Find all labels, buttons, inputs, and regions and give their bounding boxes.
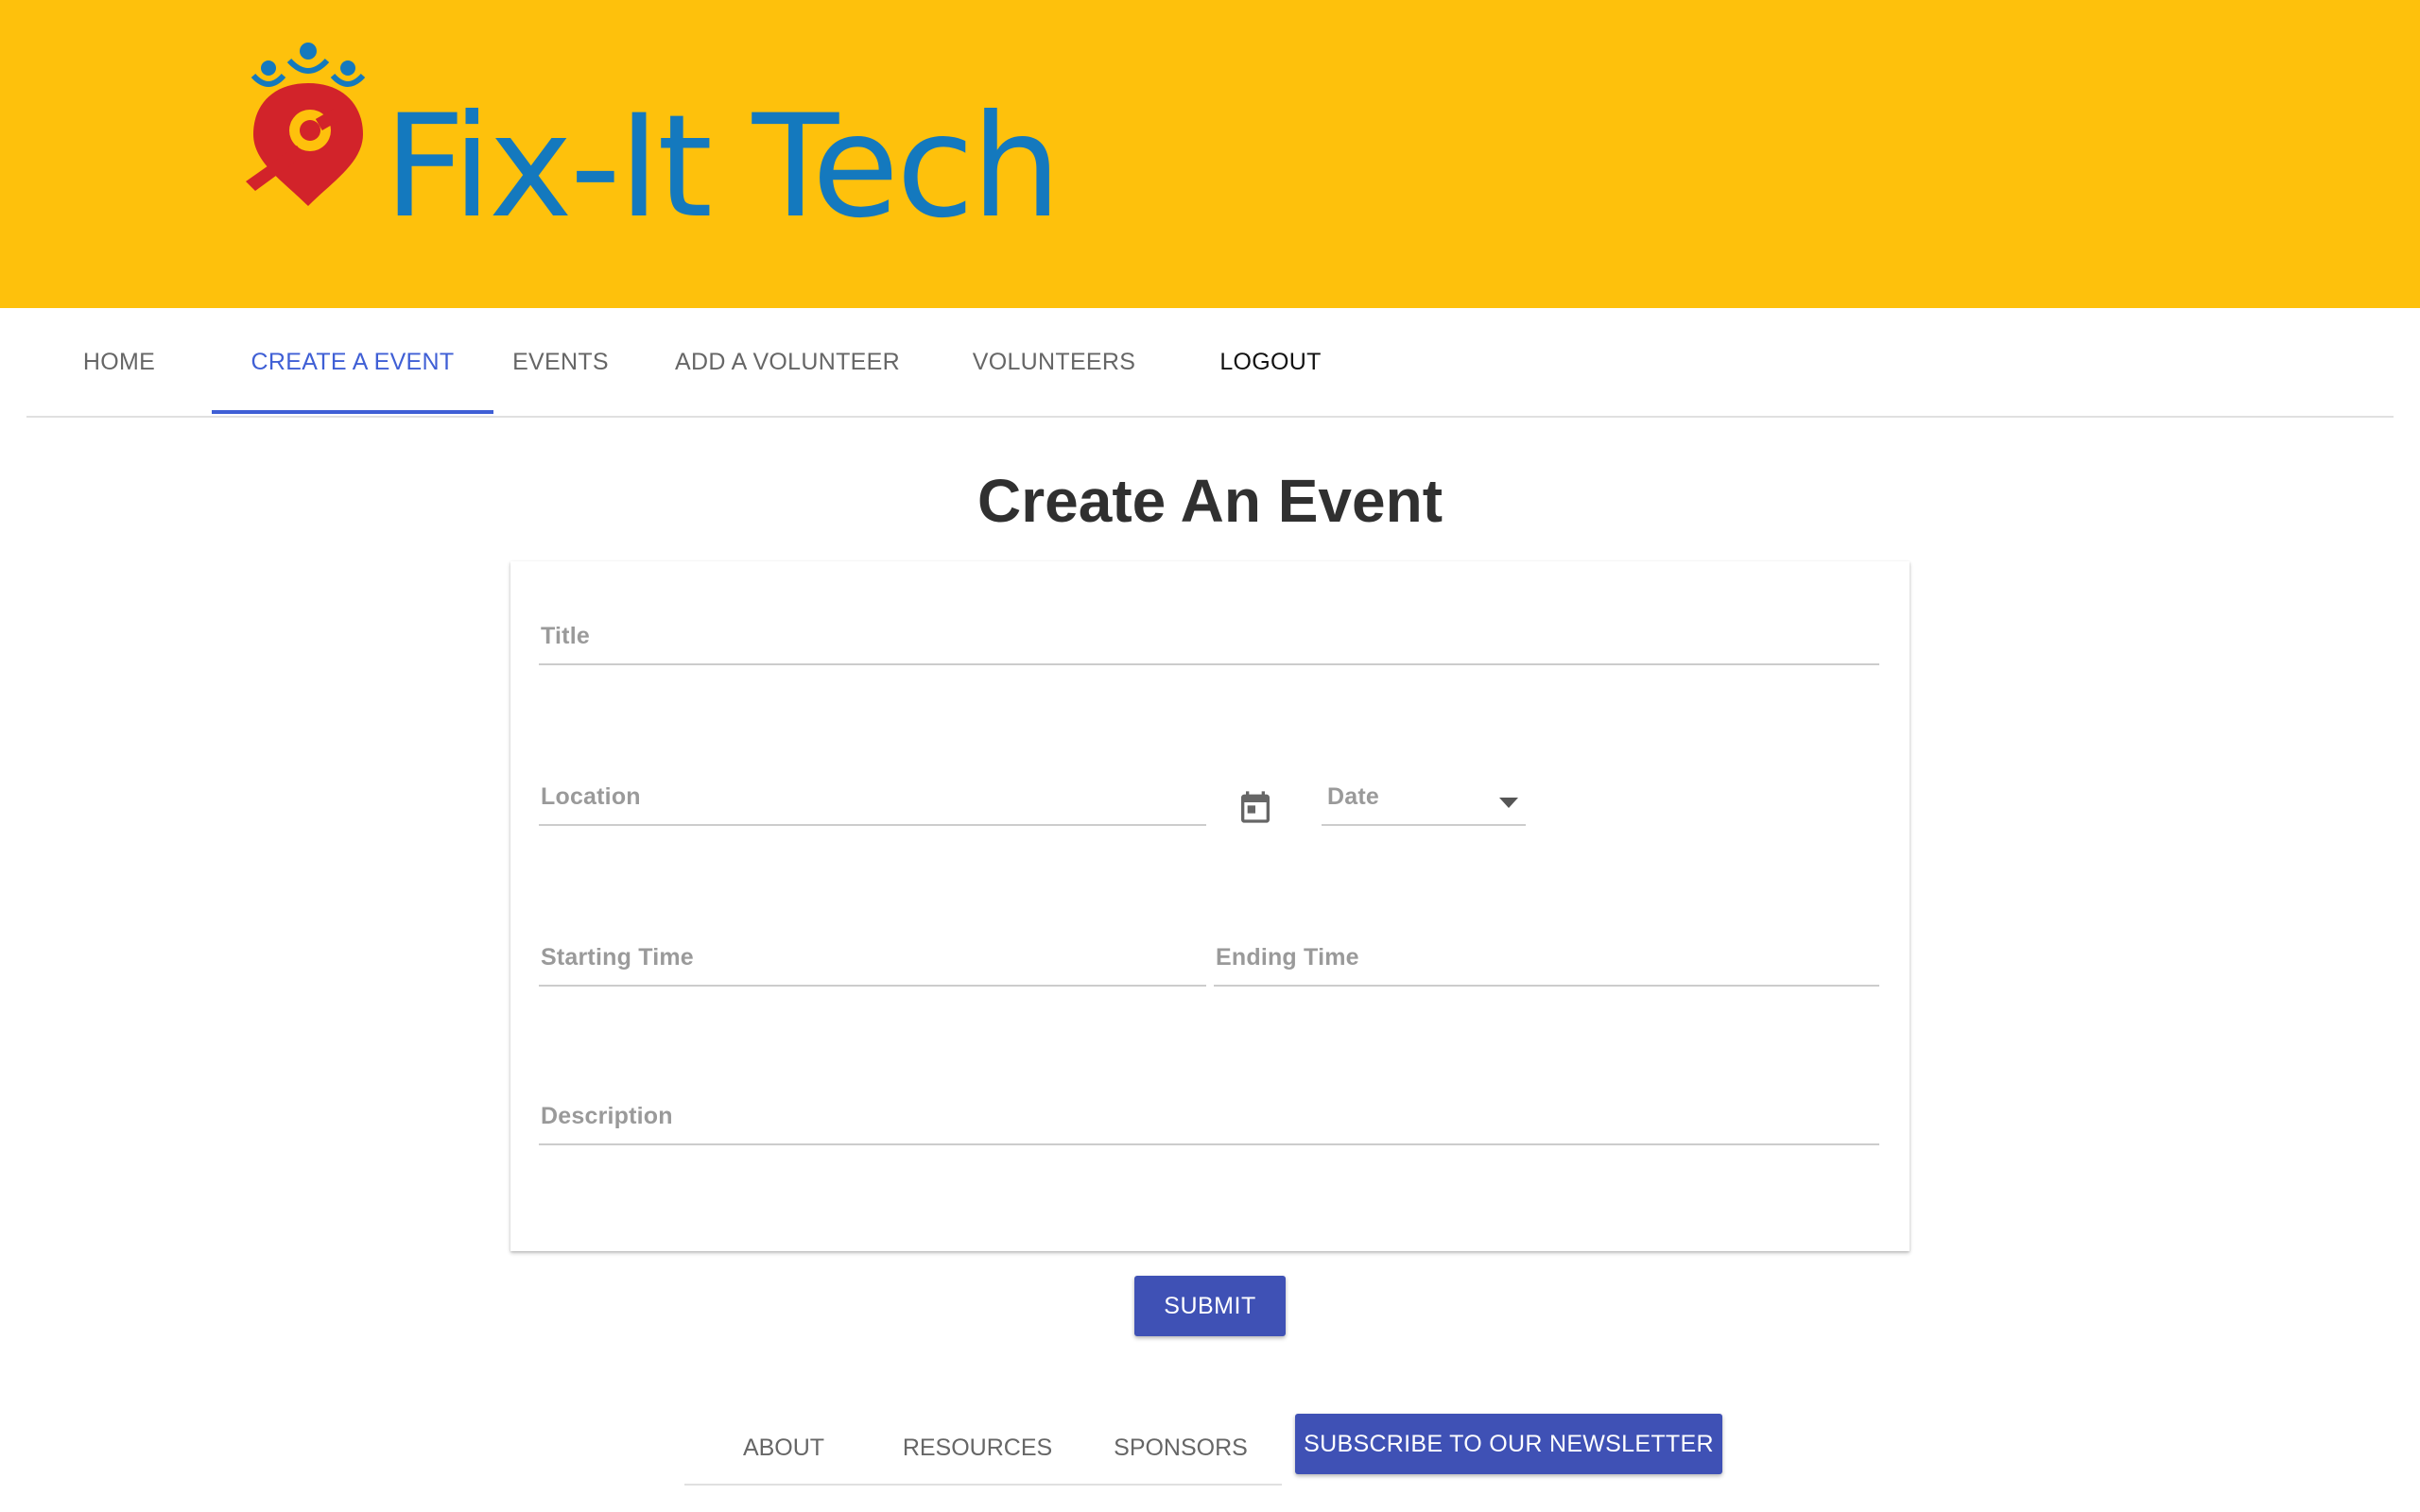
description-field[interactable]: Description [539, 1098, 1879, 1145]
tab-home[interactable]: HOME [55, 308, 183, 416]
footer-nav: ABOUT RESOURCES SPONSORS [684, 1412, 1282, 1486]
calendar-icon[interactable] [1236, 788, 1274, 826]
site-logo[interactable]: Fix-It Tech [242, 40, 1093, 238]
starting-time-field[interactable]: Starting Time [539, 939, 1206, 987]
site-header: Fix-It Tech [0, 0, 2420, 308]
tab-add-volunteer[interactable]: ADD A VOLUNTEER [654, 308, 921, 416]
location-field[interactable]: Location [539, 779, 1206, 826]
starting-time-label: Starting Time [541, 944, 694, 971]
main-nav: HOME CREATE A EVENT EVENTS ADD A VOLUNTE… [26, 308, 2394, 418]
tab-logout[interactable]: LOGOUT [1187, 308, 1354, 416]
date-field[interactable]: Date [1322, 779, 1526, 826]
title-field-label: Title [541, 623, 590, 649]
active-tab-indicator [212, 410, 493, 414]
wrench-location-pin-icon [246, 43, 366, 206]
footer-tab-sponsors[interactable]: SPONSORS [1100, 1412, 1261, 1484]
ending-time-label: Ending Time [1216, 944, 1359, 971]
page-title: Create An Event [977, 467, 1443, 535]
date-field-label: Date [1327, 783, 1379, 810]
tab-create-event[interactable]: CREATE A EVENT [212, 308, 493, 416]
title-field[interactable]: Title [539, 618, 1879, 665]
event-form-card: Title Location Date Starting Time Ending… [510, 561, 1910, 1251]
footer-tab-resources[interactable]: RESOURCES [883, 1412, 1072, 1484]
description-label: Description [541, 1103, 673, 1129]
tab-volunteers[interactable]: VOLUNTEERS [942, 308, 1167, 416]
location-field-label: Location [541, 783, 641, 810]
submit-button[interactable]: SUBMIT [1134, 1276, 1286, 1336]
footer-tab-about[interactable]: ABOUT [722, 1412, 845, 1484]
chevron-down-icon [1499, 798, 1518, 808]
subscribe-newsletter-button[interactable]: SUBSCRIBE TO OUR NEWSLETTER [1295, 1414, 1722, 1474]
tab-events[interactable]: EVENTS [499, 308, 622, 416]
ending-time-field[interactable]: Ending Time [1214, 939, 1879, 987]
brand-name: Fix-It Tech [384, 85, 1062, 249]
